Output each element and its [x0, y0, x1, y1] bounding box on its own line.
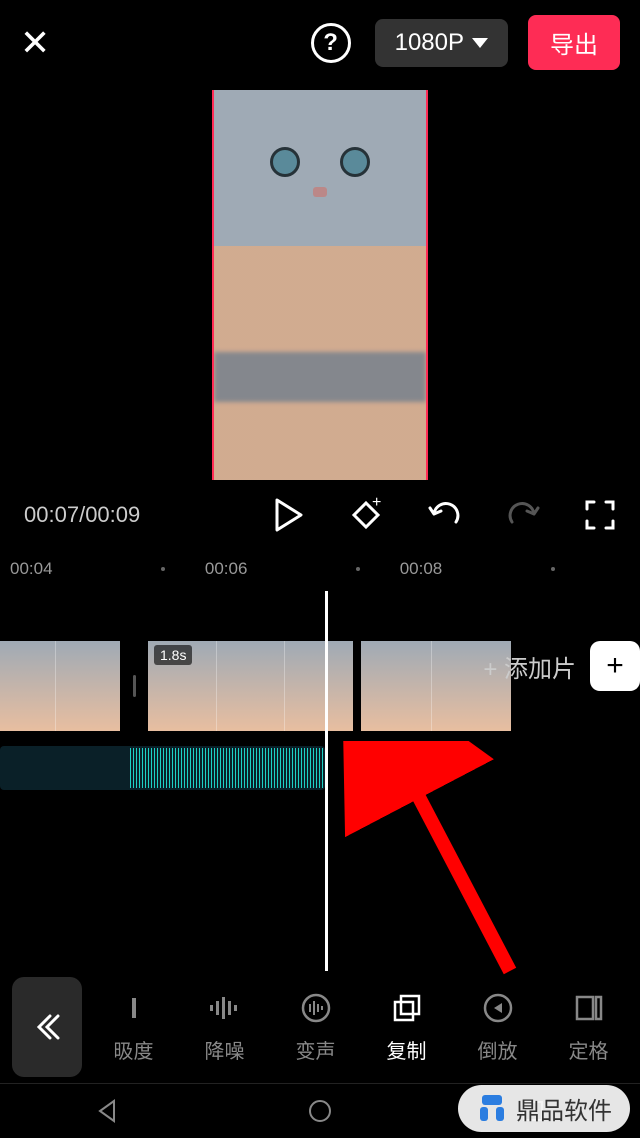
add-clip-label: + 添加片	[483, 649, 576, 684]
tool-copy[interactable]: 复制	[387, 991, 427, 1064]
audio-track[interactable]	[0, 746, 325, 790]
time-tick: 00:06	[165, 559, 356, 579]
tool-voice[interactable]: 变声	[296, 991, 336, 1064]
play-button[interactable]	[274, 498, 304, 532]
watermark: 鼎品软件	[458, 1085, 630, 1132]
annotation-arrow	[340, 741, 530, 991]
timeline[interactable]: 1.8s + 添加片 +	[0, 591, 640, 1021]
playhead[interactable]	[325, 591, 328, 971]
help-button[interactable]: ?	[311, 23, 351, 63]
resolution-label: 1080P	[395, 29, 464, 57]
tool-freeze[interactable]: 定格	[569, 991, 609, 1064]
clip-duration: 1.8s	[154, 645, 192, 665]
nav-home[interactable]	[307, 1098, 333, 1124]
svg-text:+: +	[372, 497, 381, 511]
nav-back[interactable]	[94, 1098, 120, 1124]
toolbar: 昅度 降噪 变声 复制 倒放 定格	[0, 971, 640, 1083]
add-clip-button[interactable]: +	[590, 641, 640, 691]
clip-divider[interactable]	[128, 641, 140, 731]
tool-speed[interactable]: 昅度	[114, 991, 154, 1064]
time-display: 00:07/00:09	[24, 502, 140, 528]
resolution-dropdown[interactable]: 1080P	[375, 19, 508, 67]
time-tick: 00:08	[360, 559, 551, 579]
video-preview[interactable]	[0, 85, 640, 485]
watermark-text: 鼎品软件	[516, 1091, 612, 1126]
undo-button[interactable]	[428, 500, 462, 530]
time-ruler[interactable]: 00:04 00:06 00:08	[0, 553, 640, 585]
watermark-logo	[476, 1093, 508, 1125]
redo-button[interactable]	[506, 500, 540, 530]
export-button[interactable]: 导出	[528, 15, 620, 70]
tool-denoise[interactable]: 降噪	[205, 991, 245, 1064]
tool-reverse[interactable]: 倒放	[478, 991, 518, 1064]
video-clip[interactable]: 1.8s	[148, 641, 353, 731]
close-button[interactable]: ✕	[20, 22, 50, 64]
waveform	[130, 748, 325, 788]
video-clip[interactable]	[0, 641, 120, 731]
chevron-down-icon	[472, 38, 488, 48]
fullscreen-button[interactable]	[584, 499, 616, 531]
back-button[interactable]	[12, 977, 82, 1077]
time-tick: 00:04	[10, 559, 161, 579]
keyframe-button[interactable]: +	[348, 497, 384, 533]
